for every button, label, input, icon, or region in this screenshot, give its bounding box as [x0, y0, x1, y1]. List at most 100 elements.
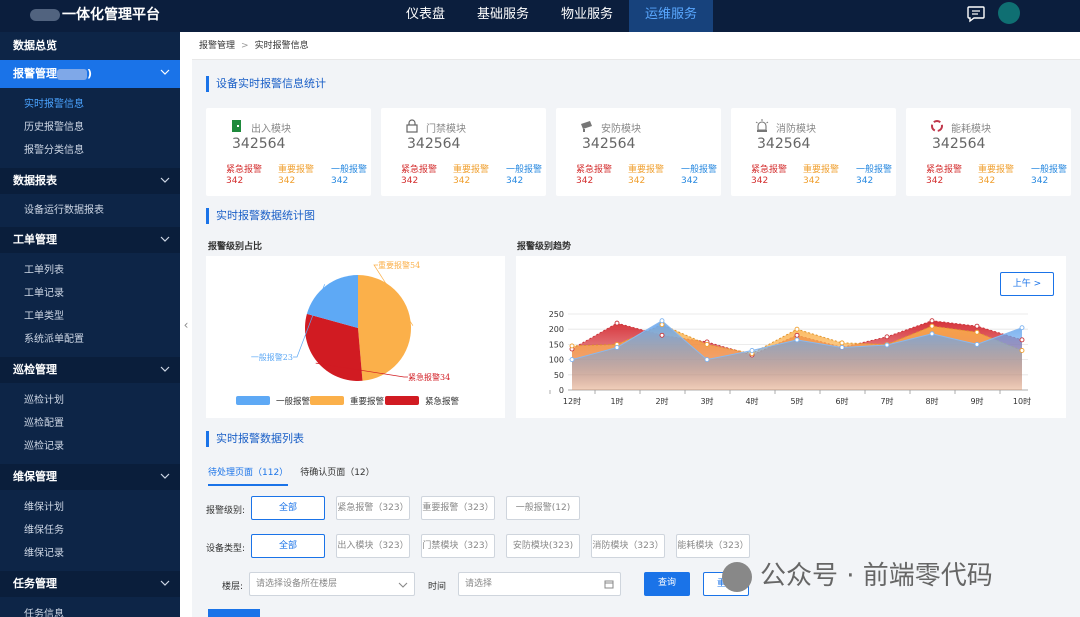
logo: [30, 9, 60, 21]
tab-pending[interactable]: 待处理页面（112）: [208, 465, 289, 486]
sidebar-section-work-order[interactable]: 工单管理: [0, 227, 180, 253]
nav-basic-service[interactable]: 基础服务: [461, 0, 545, 32]
sidebar-item-equipment-report[interactable]: 设备运行数据报表: [0, 199, 180, 222]
bottom-button[interactable]: [208, 609, 260, 617]
stat-card-value: 342564: [407, 136, 461, 152]
query-button[interactable]: 查询: [644, 572, 690, 596]
sidebar-item-realtime-alarm[interactable]: 实时报警信息: [0, 93, 180, 116]
sidebar-section-patrol[interactable]: 巡检管理: [0, 357, 180, 383]
level-value: 342: [1031, 176, 1049, 186]
nav-property-service[interactable]: 物业服务: [545, 0, 629, 32]
level-value: 342: [506, 176, 524, 186]
legend-label: 一般报警: [276, 396, 311, 407]
avatar[interactable]: [998, 2, 1020, 24]
type-filter-security[interactable]: 安防模块(323): [506, 534, 580, 558]
sidebar-section-alarm[interactable]: 报警管理): [0, 60, 180, 88]
x-tick-label: 6时: [835, 396, 848, 406]
level-filter-all[interactable]: 全部: [251, 496, 325, 520]
data-point: [614, 320, 620, 326]
level-value: 342: [401, 176, 419, 186]
data-point: [974, 341, 980, 347]
type-filter-all[interactable]: 全部: [251, 534, 325, 558]
list-tabs: 待处理页面（112） 待确认页面（12）: [208, 465, 387, 486]
x-tick-label: 3时: [700, 396, 713, 406]
level-value: 342: [803, 176, 821, 186]
level-filter-normal[interactable]: 一般报警(12): [506, 496, 580, 520]
sidebar-item-patrol-record[interactable]: 巡检记录: [0, 435, 180, 458]
app-title: 一体化管理平台: [30, 0, 160, 32]
y-tick-label: 200: [549, 325, 564, 334]
level-filter-urgent[interactable]: 紧急报警（323）: [336, 496, 410, 520]
data-point: [659, 318, 665, 324]
floor-select[interactable]: 请选择设备所在楼层: [249, 572, 415, 596]
level-value: 342: [576, 176, 594, 186]
sidebar-item-history-alarm[interactable]: 历史报警信息: [0, 116, 180, 139]
breadcrumb: 报警管理 > 实时报警信息: [192, 32, 1080, 60]
level-normal: 一般报警 342: [1031, 165, 1067, 187]
sidebar-item-work-type[interactable]: 工单类型: [0, 305, 180, 328]
level-normal: 一般报警 342: [856, 165, 892, 187]
y-tick-label: 0: [559, 386, 564, 395]
data-point: [569, 343, 575, 349]
level-value: 342: [278, 176, 296, 186]
sidebar-item-patrol-plan[interactable]: 巡检计划: [0, 389, 180, 412]
chat-icon[interactable]: [966, 3, 986, 23]
sidebar-item-alarm-category[interactable]: 报警分类信息: [0, 139, 180, 162]
sidebar-item-dispatch-config[interactable]: 系统派单配置: [0, 328, 180, 351]
sidebar-section-overview[interactable]: 数据总览: [0, 32, 180, 60]
y-tick-label: 250: [549, 310, 564, 319]
level-filter-important[interactable]: 重要报警（323）: [421, 496, 495, 520]
stats-section-title: 设备实时报警信息统计: [206, 76, 326, 92]
level-label: 重要报警: [803, 165, 840, 175]
time-placeholder: 请选择: [465, 579, 493, 589]
data-point: [839, 340, 845, 346]
stat-card-value: 342564: [932, 136, 986, 152]
type-filter-fire[interactable]: 消防模块（323）: [591, 534, 665, 558]
sidebar-item-work-list[interactable]: 工单列表: [0, 259, 180, 282]
legend-swatch: [236, 396, 270, 405]
sidebar-section-label: 维保管理: [13, 470, 57, 483]
type-filter-access[interactable]: 门禁模块（323）: [421, 534, 495, 558]
level-label: 一般报警: [681, 165, 718, 175]
time-picker[interactable]: 请选择: [458, 572, 621, 596]
stat-card-entrance: 出入模块 342564 紧急报警 342 重要报警 342 一般报警 342: [206, 108, 371, 196]
sidebar-item-task-info[interactable]: 任务信息: [0, 603, 180, 617]
tab-to-confirm[interactable]: 待确认页面（12）: [300, 465, 374, 486]
blurred-text: [57, 68, 87, 80]
sidebar-item-maint-plan[interactable]: 维保计划: [0, 496, 180, 519]
time-label: 时间: [428, 582, 447, 592]
level-label: 一般报警: [856, 165, 893, 175]
nav-dashboard[interactable]: 仪表盘: [390, 0, 461, 32]
level-label: 一般报警: [331, 165, 368, 175]
y-tick-label: 50: [554, 371, 564, 380]
trend-chart-panel: 上午 > 0 50 100 150 200 250 12时 1时 2时 3时 4时 5时 6时 7时 8时 9…: [516, 256, 1066, 418]
nav-ops-service[interactable]: 运维服务: [629, 0, 714, 32]
trend-chart: 0 50 100 150 200 250 12时 1时 2时 3时 4时 5时 6时 7时 8时 9时 10时: [549, 310, 1031, 406]
level-value: 342: [331, 176, 349, 186]
stat-card-energy: 能耗模块 342564 紧急报警 342 重要报警 342 一般报警 342: [906, 108, 1071, 196]
pie-slice: [358, 275, 412, 381]
sidebar-item-patrol-config[interactable]: 巡检配置: [0, 412, 180, 435]
x-tick-label: 8时: [925, 396, 938, 406]
level-important: 重要报警 342: [453, 165, 489, 187]
charts-section-title: 实时报警数据统计图: [206, 208, 315, 224]
stat-card-name: 安防模块: [601, 124, 641, 135]
type-filter-entrance[interactable]: 出入模块（323）: [336, 534, 410, 558]
sidebar-section-report[interactable]: 数据报表: [0, 168, 180, 194]
breadcrumb-current: 实时报警信息: [254, 41, 309, 51]
data-point: [839, 344, 845, 350]
data-point: [974, 323, 980, 329]
sidebar-section-task[interactable]: 任务管理: [0, 571, 180, 597]
period-select-button[interactable]: 上午 >: [1000, 272, 1054, 296]
sidebar-section-label: 报警管理: [13, 67, 57, 80]
collapse-sidebar-icon[interactable]: ‹: [180, 315, 192, 335]
sidebar-section-maintenance[interactable]: 维保管理: [0, 464, 180, 490]
sidebar-item-work-record[interactable]: 工单记录: [0, 282, 180, 305]
sidebar-item-maint-task[interactable]: 维保任务: [0, 519, 180, 542]
level-important: 重要报警 342: [278, 165, 314, 187]
breadcrumb-parent[interactable]: 报警管理: [199, 41, 235, 51]
data-point: [614, 344, 620, 350]
pie-chart-panel: 一般报警23 重要报警54 紧急报警34 一般报警 重要报警 紧急报警: [206, 256, 505, 418]
sidebar-item-maint-record[interactable]: 维保记录: [0, 542, 180, 565]
level-value: 342: [978, 176, 996, 186]
